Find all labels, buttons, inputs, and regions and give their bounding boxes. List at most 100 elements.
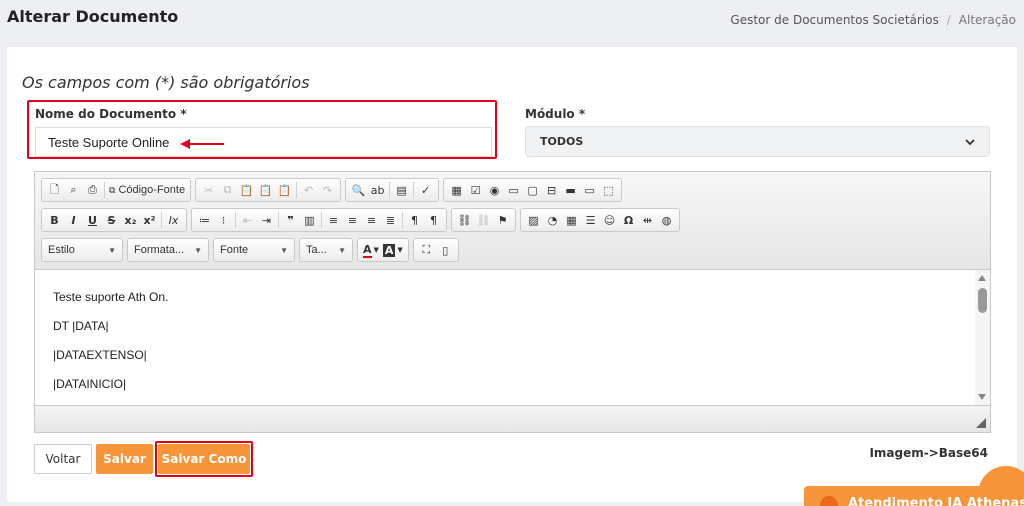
document-name-input[interactable]: Teste Suporte Online — [35, 127, 492, 157]
form-icon[interactable]: ▦ — [447, 180, 466, 200]
save-button[interactable]: Salvar — [96, 444, 153, 474]
font-combo[interactable]: Fonte ▼ — [213, 238, 295, 262]
editor-scrollbar[interactable] — [975, 270, 990, 405]
text-color-icon[interactable]: A ▼ — [361, 240, 381, 260]
smiley-icon[interactable]: ☺ — [600, 210, 619, 230]
print-icon[interactable]: ⎙ — [83, 180, 102, 200]
breadcrumb-link[interactable]: Gestor de Documentos Societários — [730, 13, 938, 27]
chat-icon — [820, 496, 838, 506]
module-select[interactable]: TODOS — [525, 126, 990, 157]
editor-statusbar — [35, 405, 990, 432]
page-break-icon[interactable]: ⇹ — [638, 210, 657, 230]
button-field-icon[interactable]: ▬ — [561, 180, 580, 200]
redo-icon[interactable]: ↷ — [318, 180, 337, 200]
select-field-icon[interactable]: ⊟ — [542, 180, 561, 200]
content-line: |DATAINICIO| — [53, 377, 127, 391]
outdent-icon[interactable]: ⇤ — [238, 210, 257, 230]
toolbar-group-find: 🔍 ab ▤ ✓ — [345, 178, 440, 202]
toolbar-group-basic-styles: B I U S x₂ x² Ix — [41, 208, 187, 232]
anchor-icon[interactable]: ⚑ — [493, 210, 512, 230]
unlink-icon[interactable]: ⛓ — [474, 210, 493, 230]
radio-icon[interactable]: ◉ — [485, 180, 504, 200]
breadcrumb: Gestor de Documentos Societários / Alter… — [730, 13, 1016, 27]
horizontal-rule-icon[interactable]: ☰ — [581, 210, 600, 230]
source-code-button[interactable]: ⧉ Código-Fonte — [107, 180, 187, 200]
paste-text-icon[interactable]: 📋 — [256, 180, 275, 200]
bulleted-list-icon[interactable]: ⁝ — [214, 210, 233, 230]
align-right-icon[interactable]: ≡ — [362, 210, 381, 230]
paste-icon[interactable]: 📋 — [237, 180, 256, 200]
align-left-icon[interactable]: ≡ — [324, 210, 343, 230]
link-icon[interactable]: ⛓ — [455, 210, 474, 230]
remove-format-icon[interactable]: Ix — [164, 210, 183, 230]
toolbar-group-clipboard: ✂ ⧉ 📋 📋 📋 ↶ ↷ — [195, 178, 342, 202]
size-combo[interactable]: Ta... ▼ — [299, 238, 353, 262]
align-center-icon[interactable]: ≡ — [343, 210, 362, 230]
find-icon[interactable]: 🔍 — [349, 180, 368, 200]
resize-handle-icon[interactable] — [976, 418, 986, 428]
flash-icon[interactable]: ◔ — [543, 210, 562, 230]
hidden-field-icon[interactable]: ⬚ — [599, 180, 618, 200]
table-icon[interactable]: ▦ — [562, 210, 581, 230]
chat-tab[interactable]: Atendimento IA Athenas — [804, 486, 1024, 506]
toolbar-group-document: 🗋 ⌕ ⎙ ⧉ Código-Fonte — [41, 178, 192, 202]
rtl-icon[interactable]: ¶ — [424, 210, 443, 230]
toolbar-group-tools: ⛶ ▯ — [412, 238, 459, 262]
underline-icon[interactable]: U — [83, 210, 102, 230]
justify-icon[interactable]: ≣ — [381, 210, 400, 230]
image-button-icon[interactable]: ▭ — [580, 180, 599, 200]
preview-icon[interactable]: ⌕ — [64, 180, 83, 200]
scroll-down-icon[interactable] — [978, 394, 986, 400]
back-button[interactable]: Voltar — [34, 444, 92, 474]
textfield-icon[interactable]: ▭ — [504, 180, 523, 200]
bold-icon[interactable]: B — [45, 210, 64, 230]
undo-icon[interactable]: ↶ — [299, 180, 318, 200]
cut-icon[interactable]: ✂ — [199, 180, 218, 200]
content-line: Teste suporte Ath On. — [53, 290, 169, 304]
blockquote-icon[interactable]: ❞ — [281, 210, 300, 230]
spellcheck-icon[interactable]: ✓ — [416, 180, 435, 200]
div-container-icon[interactable]: ▥ — [300, 210, 319, 230]
italic-icon[interactable]: I — [64, 210, 83, 230]
subscript-icon[interactable]: x₂ — [121, 210, 140, 230]
ltr-icon[interactable]: ¶ — [405, 210, 424, 230]
textarea-icon[interactable]: ▢ — [523, 180, 542, 200]
scroll-thumb[interactable] — [978, 288, 987, 313]
editor-content[interactable]: Teste suporte Ath On. DT |DATA| |DATAEXT… — [35, 270, 975, 405]
special-char-icon[interactable]: Ω — [619, 210, 638, 230]
indent-icon[interactable]: ⇥ — [257, 210, 276, 230]
save-as-button[interactable]: Salvar Como — [158, 444, 250, 474]
scroll-up-icon[interactable] — [978, 275, 986, 281]
replace-icon[interactable]: ab — [368, 180, 387, 200]
content-line: |DATAEXTENSO| — [53, 348, 147, 362]
toolbar-group-links: ⛓ ⛓ ⚑ — [451, 208, 516, 232]
breadcrumb-separator: / — [946, 13, 951, 27]
image-base64-link[interactable]: Imagem->Base64 — [869, 446, 988, 460]
content-line: DT |DATA| — [53, 319, 109, 333]
style-combo[interactable]: Estilo ▼ — [41, 238, 123, 262]
toolbar-group-paragraph: ≔ ⁝ ⇤ ⇥ ❞ ▥ ≡ ≡ ≡ ≣ ¶ ¶ — [191, 208, 447, 232]
strike-icon[interactable]: S — [102, 210, 121, 230]
toolbar-group-insert: ▨ ◔ ▦ ☰ ☺ Ω ⇹ ◍ — [520, 208, 680, 232]
background-color-icon[interactable]: A ▼ — [381, 240, 405, 260]
format-combo[interactable]: Formata... ▼ — [127, 238, 209, 262]
editor-toolbar: 🗋 ⌕ ⎙ ⧉Código-Fonte ✂ ⧉ 📋 📋 📋 ↶ ↷ 🔍 ab — [35, 172, 990, 270]
maximize-icon[interactable]: ⛶ — [417, 240, 436, 260]
iframe-icon[interactable]: ◍ — [657, 210, 676, 230]
checkbox-icon[interactable]: ☑ — [466, 180, 485, 200]
numbered-list-icon[interactable]: ≔ — [195, 210, 214, 230]
superscript-icon[interactable]: x² — [140, 210, 159, 230]
breadcrumb-current: Alteração — [958, 13, 1016, 27]
image-icon[interactable]: ▨ — [524, 210, 543, 230]
module-label: Módulo * — [525, 107, 586, 121]
select-all-icon[interactable]: ▤ — [392, 180, 411, 200]
paste-word-icon[interactable]: 📋 — [275, 180, 294, 200]
show-blocks-icon[interactable]: ▯ — [436, 240, 455, 260]
toolbar-group-colors: A ▼ A ▼ — [357, 238, 409, 262]
page-title: Alterar Documento — [7, 7, 179, 26]
document-name-label: Nome do Documento * — [35, 107, 187, 121]
required-note: Os campos com (*) são obrigatórios — [22, 73, 310, 92]
new-page-icon[interactable]: 🗋 — [45, 180, 64, 200]
copy-icon[interactable]: ⧉ — [218, 180, 237, 200]
chevron-down-icon — [965, 138, 975, 145]
